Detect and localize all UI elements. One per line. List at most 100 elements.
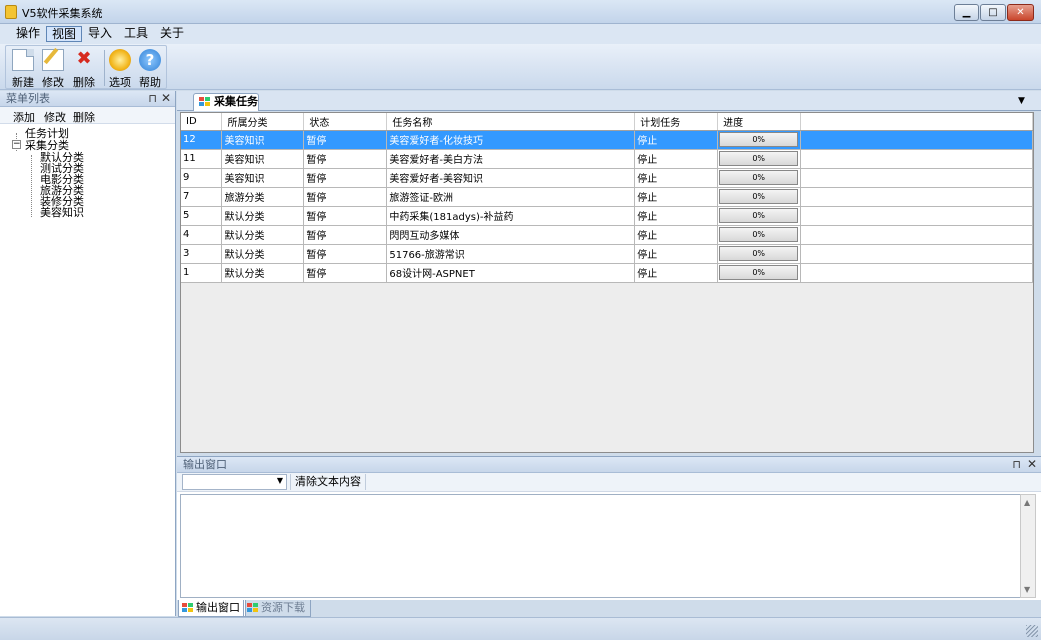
progress-bar: 0% xyxy=(719,208,799,223)
minimize-button[interactable]: ▁ xyxy=(954,4,979,21)
cell-progress: 0% xyxy=(717,225,802,245)
tab-dropdown-icon[interactable]: ▼ xyxy=(1018,96,1025,106)
help-icon: ? xyxy=(139,49,161,71)
cell-status: 暂停 xyxy=(303,130,388,150)
cell-progress: 0% xyxy=(717,244,802,264)
table-row[interactable]: 9 美容知识 暂停 美容爱好者-美容知识 停止 0% xyxy=(181,168,1033,188)
cell-filler xyxy=(800,225,1033,245)
menu-list-title: 菜单列表 xyxy=(6,92,50,105)
cell-id: 7 xyxy=(181,187,223,207)
help-button-label: 帮助 xyxy=(139,76,161,89)
cell-name: 51766-旅游常识 xyxy=(386,244,636,264)
tab-output-window[interactable]: 输出窗口 xyxy=(178,600,246,617)
menu-about[interactable]: 关于 xyxy=(155,26,189,42)
column-header-progress[interactable]: 进度 xyxy=(717,113,802,131)
cell-plan: 停止 xyxy=(634,225,719,245)
table-row[interactable]: 1 默认分类 暂停 68设计网-ASPNET 停止 0% xyxy=(181,263,1033,283)
table-row[interactable]: 4 默认分类 暂停 閃閃互动多媒体 停止 0% xyxy=(181,225,1033,245)
column-header-category[interactable]: 所属分类 xyxy=(221,113,305,131)
task-table: ID 所属分类 状态 任务名称 计划任务 进度 12 美容知识 暂停 美容爱好者-化妆… xyxy=(181,113,1033,283)
cell-id: 11 xyxy=(181,149,223,169)
delete-button-label: 删除 xyxy=(73,76,95,89)
edit-button[interactable]: 修改 xyxy=(39,46,67,90)
menu-tools[interactable]: 工具 xyxy=(119,26,153,42)
add-category-button[interactable]: 添加 xyxy=(13,109,35,125)
window-title: V5软件采集系统 xyxy=(22,7,103,20)
output-textarea[interactable] xyxy=(180,494,1023,598)
cell-plan: 停止 xyxy=(634,130,719,150)
title-bar: V5软件采集系统 ▁ □ ✕ xyxy=(0,0,1041,24)
menu-view[interactable]: 视图 xyxy=(46,26,83,42)
table-row[interactable]: 11 美容知识 暂停 美容爱好者-美白方法 停止 0% xyxy=(181,149,1033,169)
column-header-status[interactable]: 状态 xyxy=(303,113,388,131)
output-header: 输出窗口 ⊓ ✕ xyxy=(177,457,1041,473)
clear-text-button[interactable]: 清除文本内容 xyxy=(290,474,366,490)
table-row[interactable]: 7 旅游分类 暂停 旅游签证-欧洲 停止 0% xyxy=(181,187,1033,207)
cell-filler xyxy=(800,244,1033,264)
window-icon xyxy=(199,97,210,107)
output-filter-select[interactable]: ▼ xyxy=(182,474,287,490)
cell-status: 暂停 xyxy=(303,263,388,283)
progress-bar: 0% xyxy=(719,151,799,166)
cell-name: 美容爱好者-美容知识 xyxy=(386,168,636,188)
output-close-icon[interactable]: ✕ xyxy=(1027,457,1037,472)
help-button[interactable]: ? 帮助 xyxy=(136,46,164,90)
column-header-plan[interactable]: 计划任务 xyxy=(634,113,719,131)
cell-id: 1 xyxy=(181,263,223,283)
cell-plan: 停止 xyxy=(634,168,719,188)
cell-filler xyxy=(800,149,1033,169)
column-header-id[interactable]: ID xyxy=(181,113,223,131)
output-title: 输出窗口 xyxy=(183,458,227,471)
cell-id: 9 xyxy=(181,168,223,188)
column-header-name[interactable]: 任务名称 xyxy=(386,113,636,131)
progress-bar: 0% xyxy=(719,170,799,185)
edit-category-button[interactable]: 修改 xyxy=(44,109,66,125)
pin-icon[interactable]: ⊓ xyxy=(148,91,157,106)
progress-bar: 0% xyxy=(719,132,799,147)
close-panel-icon[interactable]: ✕ xyxy=(161,91,171,106)
options-button-label: 选项 xyxy=(109,76,131,89)
output-toolbar: ▼ 清除文本内容 xyxy=(177,473,1041,492)
menu-import[interactable]: 导入 xyxy=(83,26,117,42)
cell-plan: 停止 xyxy=(634,187,719,207)
cell-filler xyxy=(800,168,1033,188)
tab-collect-tasks[interactable]: 采集任务 xyxy=(193,93,259,111)
delete-x-icon: ✖ xyxy=(76,48,92,69)
cell-name: 閃閃互动多媒体 xyxy=(386,225,636,245)
tab-resource-download[interactable]: 资源下载 xyxy=(243,600,311,617)
table-row[interactable]: 5 默认分类 暂停 中药采集(181adys)-补益药 停止 0% xyxy=(181,206,1033,226)
status-bar xyxy=(0,617,1041,640)
menu-operate[interactable]: 操作 xyxy=(11,26,45,42)
cell-id: 4 xyxy=(181,225,223,245)
document-tabstrip: 采集任务 ▼ xyxy=(177,91,1041,111)
tree-node-beauty[interactable]: 美容知识 xyxy=(40,207,84,219)
cell-name: 68设计网-ASPNET xyxy=(386,263,636,283)
chevron-down-icon: ▼ xyxy=(276,476,283,485)
delete-button[interactable]: ✖ 删除 xyxy=(69,46,99,90)
delete-category-button[interactable]: 删除 xyxy=(73,109,95,125)
resize-grip-icon[interactable] xyxy=(1026,625,1038,637)
progress-bar: 0% xyxy=(719,227,799,242)
output-pin-icon[interactable]: ⊓ xyxy=(1012,457,1021,472)
menu-list-actions: 添加 修改 删除 xyxy=(0,107,175,124)
cell-name: 旅游签证-欧洲 xyxy=(386,187,636,207)
table-row[interactable]: 3 默认分类 暂停 51766-旅游常识 停止 0% xyxy=(181,244,1033,264)
cell-status: 暂停 xyxy=(303,149,388,169)
scroll-down-icon[interactable]: ▼ xyxy=(1024,585,1030,594)
cell-filler xyxy=(800,130,1033,150)
edit-button-label: 修改 xyxy=(42,76,64,89)
scroll-up-icon[interactable]: ▲ xyxy=(1024,498,1030,507)
window-icon xyxy=(182,603,193,613)
cell-status: 暂停 xyxy=(303,206,388,226)
maximize-button[interactable]: □ xyxy=(980,4,1006,21)
close-button[interactable]: ✕ xyxy=(1007,4,1034,21)
cell-category: 默认分类 xyxy=(221,263,305,283)
gear-icon xyxy=(109,49,131,71)
menu-list-panel: 菜单列表 ⊓ ✕ 添加 修改 删除 任务计划 − 采集分类 默认分类 测试分类 … xyxy=(0,91,176,616)
output-scrollbar[interactable]: ▲ ▼ xyxy=(1020,494,1036,598)
collapse-icon[interactable]: − xyxy=(12,140,21,149)
table-row[interactable]: 12 美容知识 暂停 美容爱好者-化妆技巧 停止 0% xyxy=(181,130,1033,150)
new-button[interactable]: 新建 xyxy=(9,46,37,90)
menu-list-header: 菜单列表 ⊓ ✕ xyxy=(0,91,175,107)
options-button[interactable]: 选项 xyxy=(106,46,134,90)
